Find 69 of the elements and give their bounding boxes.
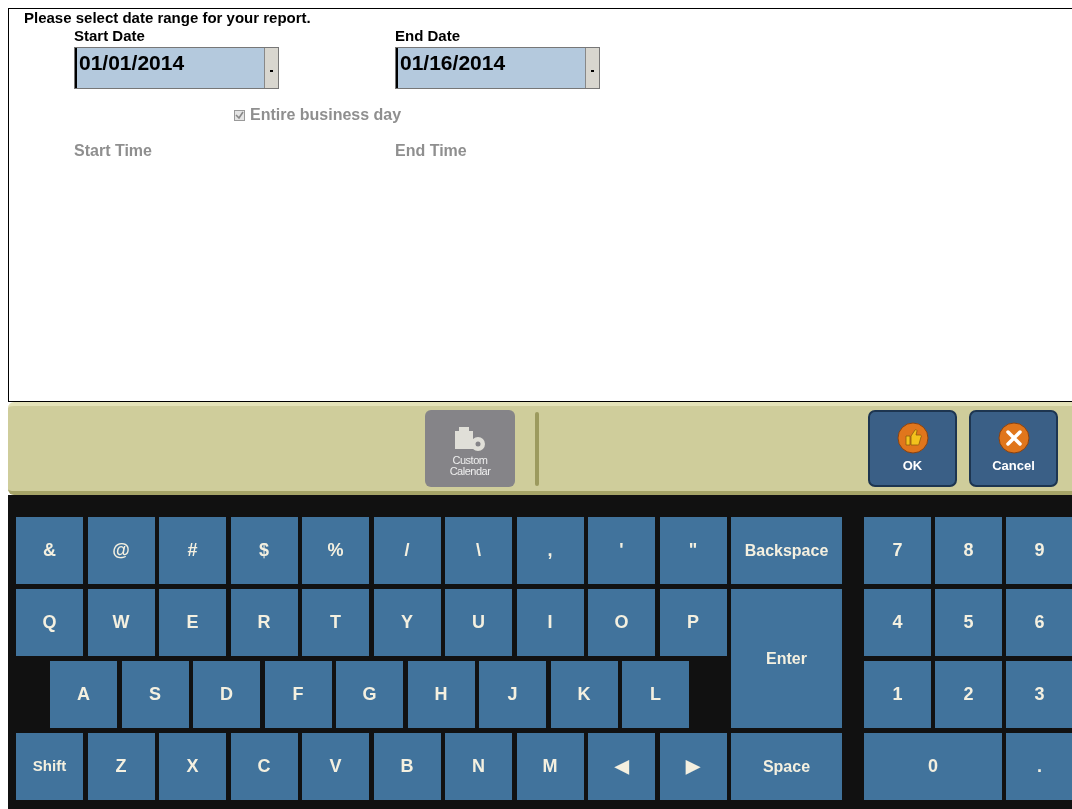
keyboard-key[interactable]: Enter — [731, 589, 842, 728]
keyboard-key[interactable]: H — [407, 661, 475, 728]
keyboard-key[interactable]: M — [516, 733, 584, 800]
keyboard-key[interactable]: V — [302, 733, 369, 800]
keyboard-key[interactable]: K — [550, 661, 618, 728]
keyboard-key[interactable]: Backspace — [731, 517, 842, 584]
keypad-key[interactable]: 0 — [864, 733, 1002, 800]
prompt-text: Please select date range for your report. — [24, 9, 312, 27]
keyboard-key[interactable]: R — [230, 589, 298, 656]
keyboard-key[interactable]: Y — [373, 589, 441, 656]
keyboard-key[interactable]: ' — [588, 517, 655, 584]
keyboard-key[interactable]: U — [445, 589, 512, 656]
close-icon — [997, 421, 1030, 454]
keyboard-key[interactable]: # — [159, 517, 226, 584]
keyboard-key[interactable]: , — [516, 517, 584, 584]
keyboard-key[interactable]: W — [87, 589, 155, 656]
keyboard-key[interactable]: $ — [230, 517, 298, 584]
keyboard-key[interactable]: & — [16, 517, 83, 584]
keyboard-key[interactable]: " — [659, 517, 727, 584]
field-label: End Date — [395, 27, 461, 45]
keypad-key[interactable]: 3 — [1006, 661, 1072, 728]
keyboard-key[interactable]: B — [373, 733, 441, 800]
keyboard-key[interactable]: Z — [87, 733, 155, 800]
date-field[interactable]: 01/01/2014 — [74, 47, 279, 89]
keypad-key[interactable]: 2 — [935, 661, 1002, 728]
keypad-key[interactable]: 4 — [864, 589, 931, 656]
keyboard-key[interactable]: ▶ — [659, 733, 727, 800]
keyboard-key[interactable]: P — [659, 589, 727, 656]
keyboard-key[interactable]: O — [588, 589, 655, 656]
keyboard-key[interactable]: / — [373, 517, 441, 584]
checkbox-label: Entire business day — [250, 105, 402, 125]
keyboard-key[interactable]: X — [159, 733, 226, 800]
keypad-key[interactable]: 8 — [935, 517, 1002, 584]
keyboard-key[interactable]: L — [622, 661, 689, 728]
keypad-key[interactable]: 5 — [935, 589, 1002, 656]
keyboard-key[interactable]: Shift — [16, 733, 83, 800]
keyboard-key[interactable]: S — [121, 661, 189, 728]
keyboard-key[interactable]: F — [264, 661, 332, 728]
keyboard-key[interactable]: T — [302, 589, 369, 656]
date-field[interactable]: 01/16/2014 — [395, 47, 600, 89]
keyboard-key[interactable]: D — [193, 661, 260, 728]
button-label: Custom — [452, 455, 488, 466]
keyboard-key[interactable]: J — [479, 661, 546, 728]
keyboard-key[interactable]: N — [445, 733, 512, 800]
keyboard-key[interactable]: Q — [16, 589, 83, 656]
keypad-key[interactable]: 6 — [1006, 589, 1072, 656]
keypad-key[interactable]: 7 — [864, 517, 931, 584]
button-label: Calendar — [449, 466, 491, 477]
dropdown-icon[interactable] — [264, 48, 278, 88]
keyboard-key[interactable]: \ — [445, 517, 512, 584]
start-time-label: Start Time — [74, 141, 153, 161]
keypad-key[interactable]: 9 — [1006, 517, 1072, 584]
ok-button[interactable]: OK — [868, 410, 957, 487]
field-label: Start Date — [74, 27, 146, 45]
keypad-key[interactable]: 1 — [864, 661, 931, 728]
keyboard-key[interactable]: G — [336, 661, 403, 728]
keyboard-key[interactable]: Space — [731, 733, 842, 800]
keyboard-key[interactable]: A — [50, 661, 117, 728]
keyboard-key[interactable]: @ — [87, 517, 155, 584]
keyboard-key[interactable]: E — [159, 589, 226, 656]
keyboard-key[interactable]: I — [516, 589, 584, 656]
keyboard-key[interactable]: % — [302, 517, 369, 584]
dropdown-icon[interactable] — [585, 48, 599, 88]
keyboard-key[interactable]: C — [230, 733, 298, 800]
cancel-button[interactable]: Cancel — [969, 410, 1058, 487]
keyboard-key[interactable]: ◀ — [588, 733, 655, 800]
keypad-key[interactable]: . — [1006, 733, 1072, 800]
thumbs-up-icon — [896, 421, 929, 454]
end-time-label: End Time — [395, 141, 467, 161]
